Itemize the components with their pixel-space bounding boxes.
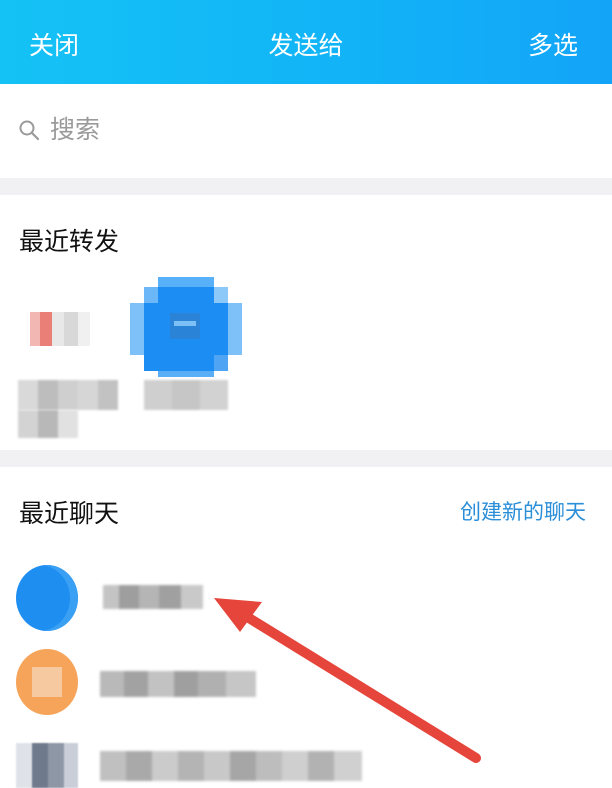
contact-name-line2 <box>18 410 78 438</box>
contact-name <box>100 751 362 781</box>
chat-row[interactable] <box>0 649 612 727</box>
chat-row[interactable] <box>0 565 612 637</box>
search-input[interactable]: 搜索 <box>50 114 100 146</box>
avatar <box>16 649 78 715</box>
recent-forward-title: 最近转发 <box>19 227 120 256</box>
search-icon <box>19 120 40 141</box>
page-title: 发送给 <box>268 31 344 60</box>
avatar <box>16 743 78 788</box>
avatar <box>30 312 90 346</box>
avatar <box>16 565 78 631</box>
search-bar[interactable]: 搜索 <box>0 84 612 178</box>
avatar <box>130 277 242 377</box>
section-divider <box>0 450 612 467</box>
recent-forward-item[interactable] <box>128 275 248 425</box>
chat-row[interactable] <box>0 739 612 788</box>
multi-select-button[interactable]: 多选 <box>528 30 578 62</box>
recent-forward-section: 最近转发 <box>0 195 612 450</box>
recent-chats-section: 最近聊天 创建新的聊天 <box>0 467 612 788</box>
contact-name <box>144 380 228 410</box>
top-bar: 关闭 发送给 多选 <box>0 0 612 84</box>
contact-name <box>18 380 118 410</box>
create-new-chat-link[interactable]: 创建新的聊天 <box>460 498 586 526</box>
recent-forward-item[interactable] <box>10 290 120 450</box>
contact-name <box>100 671 256 697</box>
recent-chats-title: 最近聊天 <box>19 499 120 528</box>
section-divider <box>0 178 612 195</box>
contact-name <box>103 585 203 609</box>
